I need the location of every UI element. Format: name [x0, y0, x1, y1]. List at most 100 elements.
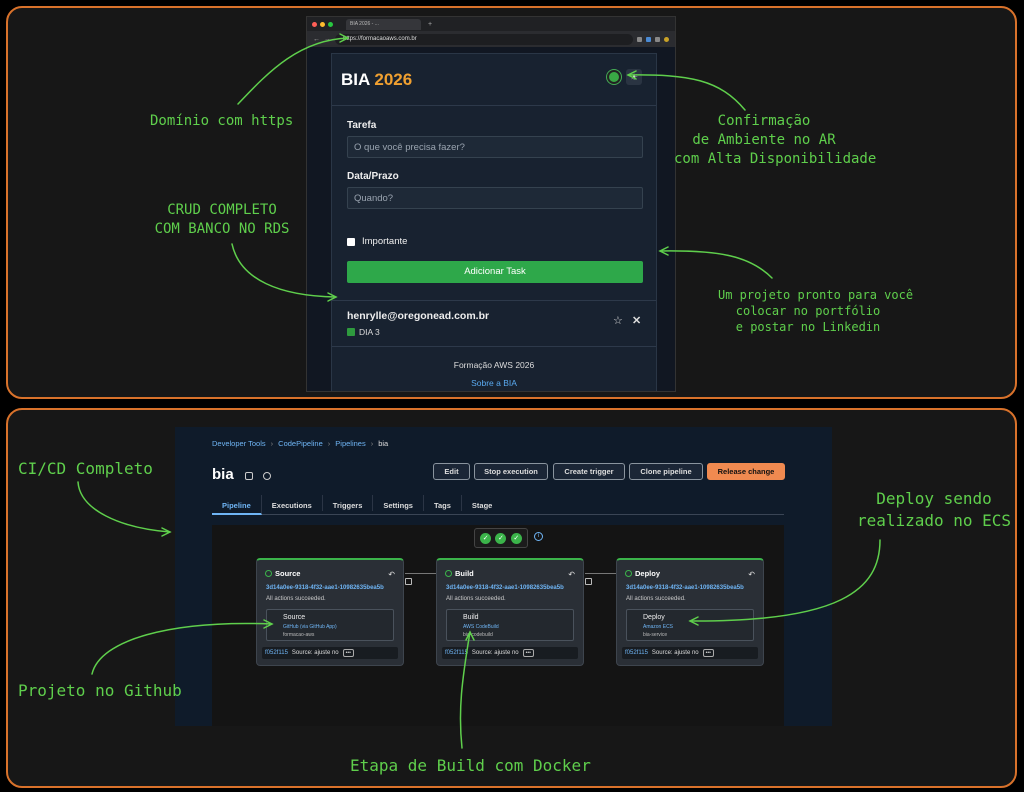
important-checkbox[interactable] [347, 238, 355, 246]
tab-settings[interactable]: Settings [373, 495, 424, 511]
settings-icon[interactable] [263, 472, 271, 480]
annotation-project-line3: e postar no Linkedin [735, 320, 881, 334]
task-item-date: DIA 3 [359, 327, 380, 337]
info-icon[interactable]: i [534, 532, 543, 541]
annotation-project-line2: colocar no portfólio [735, 304, 881, 318]
forward-icon[interactable]: → [324, 36, 331, 43]
execution-id[interactable]: 3d14a0ee-9318-4f32-aae1-10982635bea5b [446, 585, 564, 591]
annotation-deploy-line1: Deploy sendo [876, 489, 992, 508]
footer-text: Formação AWS 2026 [453, 360, 535, 370]
back-icon[interactable]: ← [313, 36, 320, 43]
stage-name: Deploy [635, 569, 661, 578]
browser-tab-bar: BIA 2026 - ... + [307, 17, 675, 31]
annotation-confirm-line3: com Alta Disponibilidade [674, 151, 877, 167]
success-icon [265, 570, 272, 577]
extension-icon[interactable] [655, 36, 660, 42]
action-card: Source GitHub (via GitHub App) formacao-… [266, 609, 394, 641]
stage-name: Source [275, 569, 301, 578]
task-label: Tarefa [347, 120, 377, 131]
stage-commit: f052f115 Source: ajuste no ••• [442, 647, 578, 659]
pipeline-canvas: ✓ ✓ ✓ i Source ↶ 3d14a0ee-9318-4f32-aae1… [212, 525, 784, 726]
breadcrumb-codepipeline[interactable]: CodePipeline [278, 439, 323, 448]
annotation-deploy: Deploy sendo realizado no ECS [854, 488, 1014, 532]
execution-id[interactable]: 3d14a0ee-9318-4f32-aae1-10982635bea5b [626, 585, 744, 591]
action-card: Deploy Amazon ECS bia-service [626, 609, 754, 641]
action-resource: formacao-aws [283, 632, 315, 638]
tab-stage[interactable]: Stage [462, 495, 502, 511]
action-resource: bia-codebuild [463, 632, 493, 638]
tab-executions[interactable]: Executions [262, 495, 323, 511]
commit-id[interactable]: f052f115 [445, 650, 468, 656]
stop-execution-button[interactable]: Stop execution [474, 463, 548, 480]
status-indicator-icon [607, 70, 621, 84]
more-icon[interactable]: ••• [702, 649, 714, 657]
tab-tags[interactable]: Tags [424, 495, 462, 511]
chevron-right-icon: › [370, 439, 374, 448]
action-provider[interactable]: GitHub (via GitHub App) [283, 624, 337, 630]
stage-title: Source [265, 569, 300, 578]
commit-id[interactable]: f052f115 [265, 650, 288, 656]
create-trigger-button[interactable]: Create trigger [553, 463, 625, 480]
clone-pipeline-button[interactable]: Clone pipeline [629, 463, 703, 480]
delete-icon[interactable]: ✕ [632, 314, 641, 327]
app-title-year: 2026 [374, 69, 413, 89]
stage-commit: f052f115 Source: ajuste no ••• [622, 647, 758, 659]
transition-toggle-icon[interactable] [405, 578, 412, 585]
close-window-icon[interactable] [312, 21, 317, 27]
annotation-confirm-line2: de Ambiente no AR [692, 132, 836, 148]
pipeline-status: ✓ ✓ ✓ [474, 528, 528, 548]
date-input[interactable]: Quando? [347, 187, 643, 209]
annotation-build: Etapa de Build com Docker [350, 756, 591, 775]
url-field[interactable]: https://formacaoaws.com.br [335, 33, 633, 45]
breadcrumb-developer-tools[interactable]: Developer Tools [212, 439, 266, 448]
annotation-crud-line1: CRUD COMPLETO [167, 202, 277, 218]
release-change-button[interactable]: Release change [707, 463, 785, 480]
star-icon[interactable]: ☆ [613, 314, 623, 327]
stage-status: All actions succeeded. [446, 596, 506, 602]
breadcrumb-current: bia [378, 439, 389, 448]
app-title-main: BIA [341, 69, 370, 89]
action-provider[interactable]: Amazon ECS [643, 624, 673, 630]
commit-id[interactable]: f052f115 [625, 650, 648, 656]
tab-triggers[interactable]: Triggers [323, 495, 374, 511]
divider [332, 300, 656, 301]
check-icon: ✓ [480, 532, 492, 544]
annotation-crud: CRUD COMPLETO COM BANCO NO RDS [144, 201, 300, 239]
extension-icon[interactable] [646, 36, 651, 42]
divider [332, 346, 656, 347]
task-item-tag: DIA 3 [347, 327, 380, 337]
commit-message: Source: ajuste no [651, 650, 699, 656]
annotation-confirm: Confirmação de Ambiente no AR com Alta D… [674, 112, 877, 169]
tab-pipeline[interactable]: Pipeline [212, 495, 262, 515]
about-link[interactable]: Sobre a BIA [332, 378, 656, 388]
theme-toggle-icon[interactable]: ☀ [626, 69, 642, 85]
success-icon [445, 570, 452, 577]
browser-tab[interactable]: BIA 2026 - ... [346, 18, 421, 30]
retry-icon[interactable]: ↶ [748, 570, 755, 579]
task-input[interactable]: O que você precisa fazer? [347, 136, 643, 158]
action-resource: bia-service [643, 632, 668, 638]
retry-icon[interactable]: ↶ [568, 570, 575, 579]
action-card: Build AWS CodeBuild bia-codebuild [446, 609, 574, 641]
app-card: BIA 2026 ☀ Tarefa O que você precisa faz… [331, 53, 657, 391]
profile-icon[interactable] [664, 36, 669, 42]
minimize-window-icon[interactable] [320, 21, 325, 27]
action-provider[interactable]: AWS CodeBuild [463, 624, 499, 630]
action-name: Deploy [643, 614, 665, 621]
annotation-cicd: CI/CD Completo [18, 459, 153, 478]
add-task-button[interactable]: Adicionar Task [347, 261, 643, 283]
annotation-domain: Domínio com https [150, 113, 294, 129]
breadcrumb-pipelines[interactable]: Pipelines [335, 439, 365, 448]
execution-id[interactable]: 3d14a0ee-9318-4f32-aae1-10982635bea5b [266, 585, 384, 591]
edit-button[interactable]: Edit [433, 463, 470, 480]
stage-title: Build [445, 569, 474, 578]
maximize-window-icon[interactable] [328, 21, 333, 27]
more-icon[interactable]: ••• [522, 649, 534, 657]
retry-icon[interactable]: ↶ [388, 570, 395, 579]
more-icon[interactable]: ••• [342, 649, 354, 657]
new-tab-icon[interactable]: + [428, 21, 432, 28]
copy-icon[interactable] [245, 472, 253, 480]
transition-line [585, 573, 619, 574]
transition-toggle-icon[interactable] [585, 578, 592, 585]
extension-icon[interactable] [637, 36, 642, 42]
